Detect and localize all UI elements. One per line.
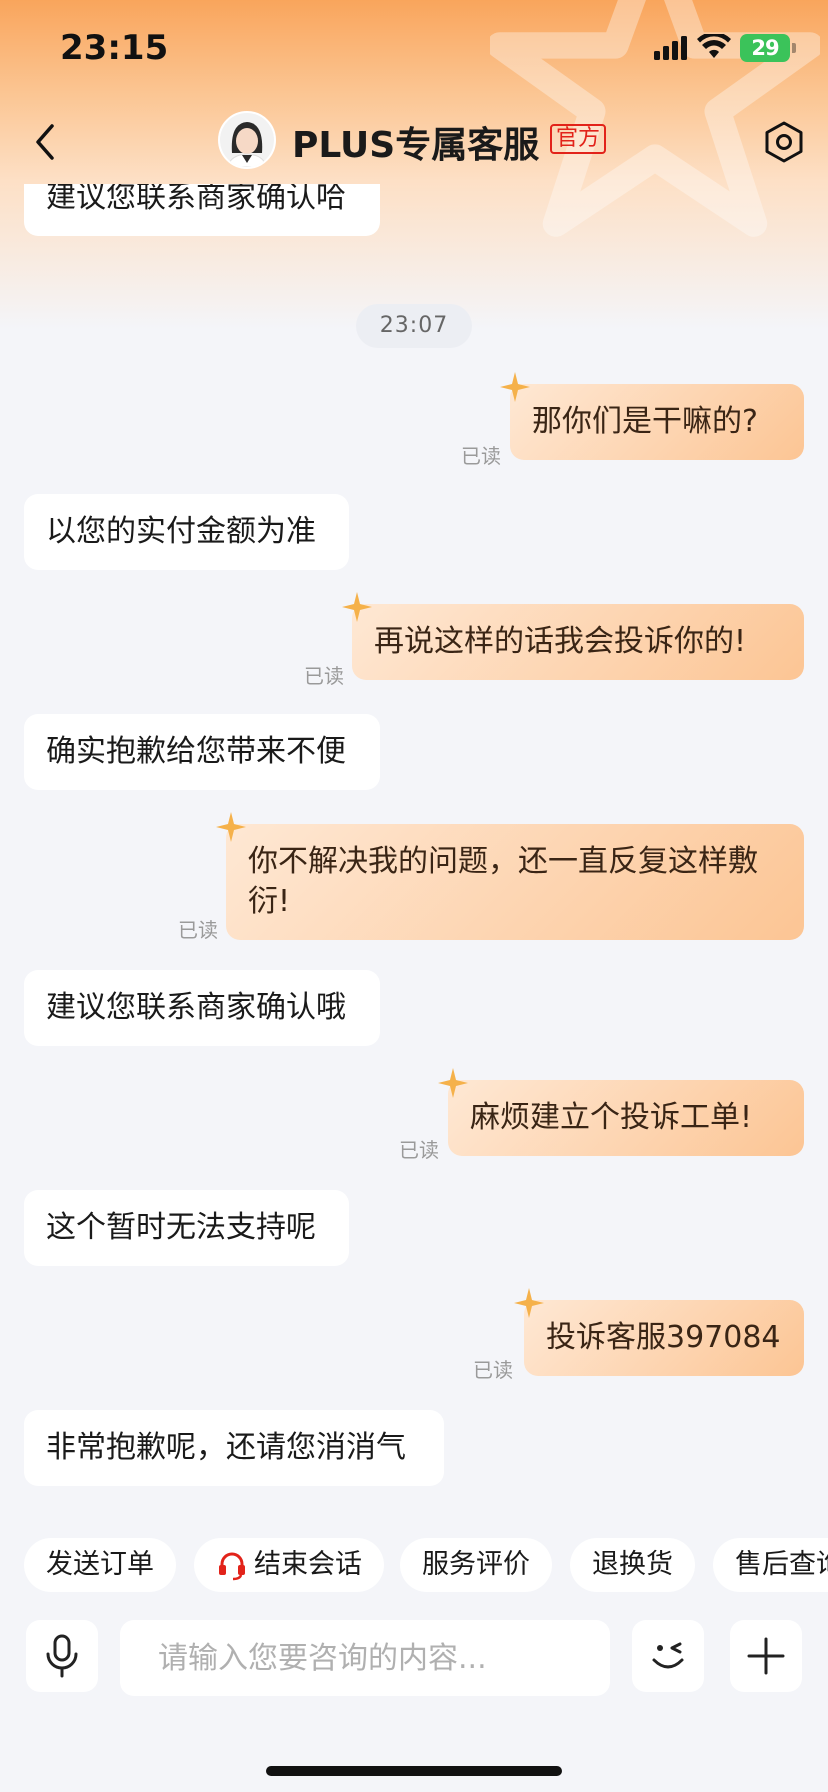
message-text: 这个暂时无法支持呢 (46, 1210, 316, 1245)
chat-header: PLUS专属客服 官方 (0, 100, 828, 184)
official-badge: 官方 (550, 124, 607, 154)
plus-icon (747, 1637, 785, 1675)
message-text: 建议您联系商家确认哈 (46, 184, 346, 215)
message-text: 那你们是干嘛的? (532, 404, 758, 439)
chip-label: 售后查询 (735, 1549, 828, 1580)
wifi-icon (697, 34, 731, 58)
read-status: 已读 (399, 1138, 439, 1162)
agent-avatar[interactable] (218, 111, 276, 169)
sparkle-icon (342, 592, 372, 622)
chip-label: 结束会话 (254, 1549, 362, 1580)
message-text-line: 衍! (248, 884, 291, 919)
message-text: 建议您联系商家确认哦 (46, 990, 346, 1025)
message-text: 确实抱歉给您带来不便 (46, 734, 346, 769)
chat-message-list[interactable]: 建议您联系商家确认哈 23:07 已读 那你们是干嘛的? 以您的实付金额为准 已… (0, 184, 828, 1494)
agent-message: 非常抱歉呢，还请您消消气 (24, 1410, 444, 1486)
quick-action-bar[interactable]: 发送订单 结束会话 服务评价 退换货 售后查询 (0, 1538, 828, 1594)
end-session-chip[interactable]: 结束会话 (194, 1538, 384, 1592)
user-message: 再说这样的话我会投诉你的! (342, 592, 804, 680)
message-text: 麻烦建立个投诉工单! (470, 1100, 753, 1135)
emoji-icon (652, 1642, 684, 1669)
user-message: 你不解决我的问题，还一直反复这样敷 衍! (216, 812, 804, 940)
sparkle-icon (216, 812, 246, 842)
message-composer (0, 1620, 828, 1700)
battery-indicator: 29 (740, 34, 796, 62)
user-message: 投诉客服397084 (514, 1288, 804, 1376)
time-separator: 23:07 (356, 304, 472, 348)
mic-icon (46, 1634, 78, 1678)
agent-message: 确实抱歉给您带来不便 (24, 714, 380, 790)
agent-avatar-image (220, 113, 274, 167)
message-input[interactable] (120, 1620, 610, 1696)
message-text: 非常抱歉呢，还请您消消气 (46, 1430, 406, 1465)
chip-label: 退换货 (592, 1549, 673, 1580)
read-status: 已读 (461, 444, 501, 468)
message-text: 再说这样的话我会投诉你的! (374, 624, 747, 659)
send-order-chip[interactable]: 发送订单 (24, 1538, 176, 1592)
back-icon[interactable] (28, 120, 64, 164)
battery-level: 29 (751, 36, 779, 60)
user-message: 麻烦建立个投诉工单! (438, 1068, 804, 1156)
return-exchange-chip[interactable]: 退换货 (570, 1538, 695, 1592)
sparkle-icon (438, 1068, 468, 1098)
chip-label: 发送订单 (46, 1549, 154, 1580)
read-status: 已读 (304, 664, 344, 688)
more-options-button[interactable] (730, 1620, 802, 1692)
message-text-line: 你不解决我的问题，还一直反复这样敷 (248, 844, 758, 879)
sparkle-icon (514, 1288, 544, 1318)
status-time: 23:15 (60, 28, 169, 68)
service-rating-chip[interactable]: 服务评价 (400, 1538, 552, 1592)
settings-icon[interactable] (762, 120, 806, 164)
read-status: 已读 (178, 918, 218, 942)
agent-message: 以您的实付金额为准 (24, 494, 349, 570)
emoji-button[interactable] (632, 1620, 704, 1692)
agent-message: 这个暂时无法支持呢 (24, 1190, 349, 1266)
headset-icon (219, 1552, 245, 1581)
agent-message: 建议您联系商家确认哈 (24, 184, 380, 236)
message-text: 以您的实付金额为准 (46, 514, 316, 549)
chip-label: 服务评价 (422, 1549, 530, 1580)
agent-message: 建议您联系商家确认哦 (24, 970, 380, 1046)
page-title: PLUS专属客服 (292, 125, 540, 166)
after-sales-query-chip[interactable]: 售后查询 (713, 1538, 828, 1592)
user-message: 那你们是干嘛的? (500, 372, 804, 460)
status-bar: 23:15 29 (0, 0, 828, 100)
sparkle-icon (500, 372, 530, 402)
read-status: 已读 (473, 1358, 513, 1382)
message-text: 投诉客服397084 (546, 1320, 781, 1355)
voice-input-button[interactable] (26, 1620, 98, 1692)
home-indicator[interactable] (266, 1766, 562, 1776)
cellular-signal-icon (654, 36, 687, 60)
